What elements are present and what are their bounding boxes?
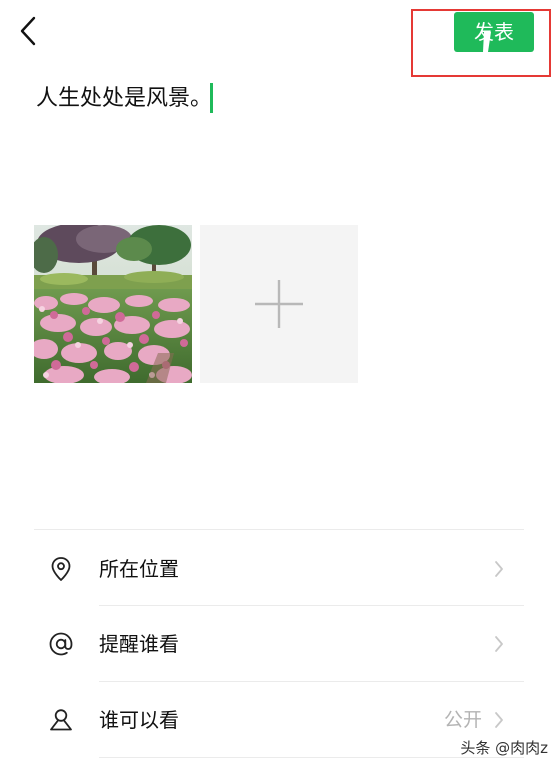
option-remind[interactable]: 提醒谁看	[34, 607, 524, 681]
option-location[interactable]: 所在位置	[34, 532, 524, 606]
option-label: 谁可以看	[99, 708, 179, 732]
person-icon	[48, 707, 74, 733]
option-visibility[interactable]: 谁可以看 公开	[34, 683, 524, 757]
location-pin-icon	[48, 556, 74, 582]
chevron-right-icon	[494, 635, 504, 653]
chevron-right-icon	[494, 711, 504, 729]
photo-thumbnail[interactable]	[34, 225, 192, 383]
at-sign-icon	[48, 631, 74, 657]
chevron-left-icon	[14, 14, 44, 48]
divider	[34, 529, 524, 530]
highlight-annotation-box	[411, 9, 551, 77]
compose-moment-screen: 发表 人生处处是风景。 所在位置 提醒谁看 谁可以看 公开 头条 @肉肉z	[0, 0, 558, 769]
compose-text-input[interactable]: 人生处处是风景。	[36, 83, 212, 115]
option-label: 所在位置	[99, 557, 179, 581]
chevron-right-icon	[494, 560, 504, 578]
add-photo-button[interactable]	[200, 225, 358, 383]
back-button[interactable]	[14, 14, 44, 48]
divider	[99, 681, 524, 682]
watermark: 头条 @肉肉z	[460, 739, 548, 757]
divider	[99, 605, 524, 606]
option-label: 提醒谁看	[99, 632, 179, 656]
text-caret	[210, 83, 213, 113]
